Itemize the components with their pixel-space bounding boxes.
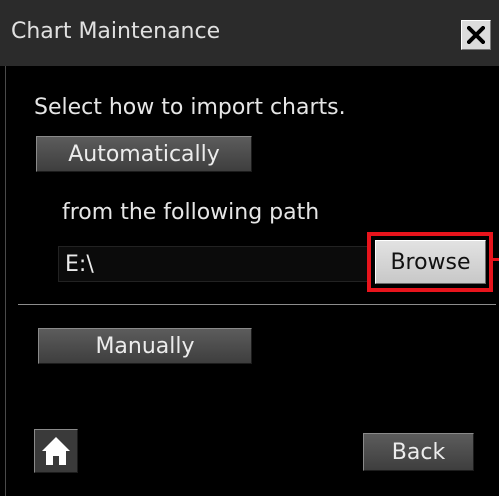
highlight-connector-line (493, 258, 499, 261)
home-icon (42, 437, 70, 465)
path-label: from the following path (62, 200, 320, 225)
close-icon (467, 26, 485, 44)
home-button[interactable] (34, 429, 78, 473)
title-bar: Chart Maintenance (0, 0, 499, 66)
section-divider (18, 304, 496, 305)
browse-button[interactable]: Browse (375, 240, 486, 284)
manually-button[interactable]: Manually (38, 328, 252, 364)
back-button[interactable]: Back (363, 433, 474, 471)
automatically-button[interactable]: Automatically (36, 136, 252, 172)
window-title: Chart Maintenance (11, 19, 221, 44)
close-button[interactable] (461, 20, 491, 50)
path-field[interactable]: E:\ (58, 246, 368, 282)
instruction-text: Select how to import charts. (34, 95, 346, 120)
